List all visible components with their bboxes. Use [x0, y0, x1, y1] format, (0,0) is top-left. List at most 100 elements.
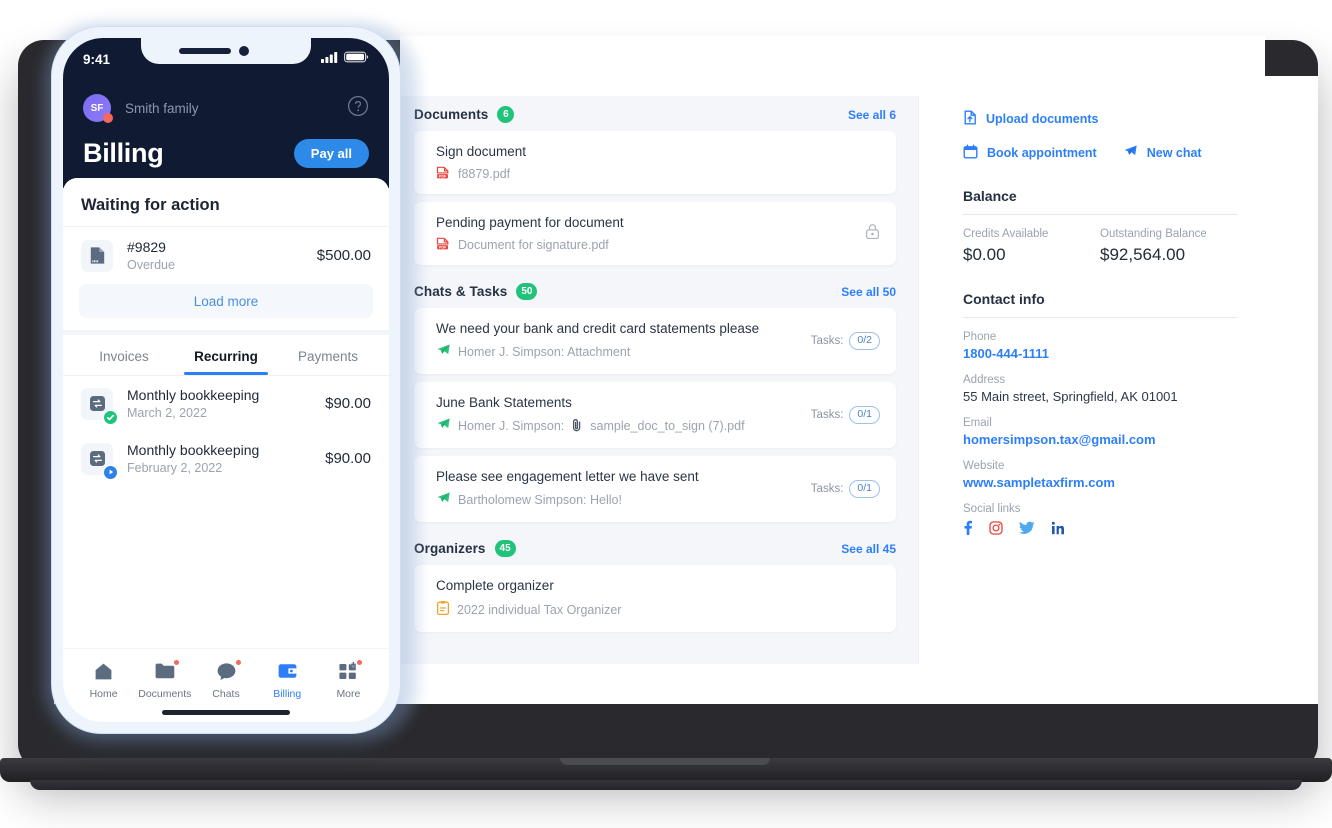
send-paper-plane-icon	[436, 343, 451, 361]
recurring-sync-icon	[81, 387, 118, 425]
tabbar-label: Home	[89, 688, 118, 700]
recurring-name: Monthly bookkeeping	[127, 442, 260, 458]
contact-address: Address 55 Main street, Springfield, AK …	[963, 374, 1237, 404]
recurring-date: February 2, 2022	[127, 461, 223, 475]
tabbar-label: Chats	[212, 688, 240, 700]
card-attachment-name: sample_doc_to_sign (7).pdf	[590, 419, 745, 433]
quick-action-label: Upload documents	[986, 112, 1099, 126]
tabbar-label: Documents	[138, 688, 192, 700]
notification-dot	[357, 660, 363, 665]
card-title: Sign document	[436, 144, 527, 159]
waiting-for-action-heading: Waiting for action	[81, 196, 220, 214]
phone-body: Waiting for action #9829 Overdue $500.00…	[63, 178, 389, 486]
home-indicator-bar	[162, 710, 290, 715]
desktop-info-column: Upload documents Book appointment New ch…	[918, 96, 1265, 664]
pay-all-button[interactable]: Pay all	[293, 139, 369, 168]
card-subtitle: Homer J. Simpson: Attachment	[458, 345, 631, 359]
card-title: Pending payment for document	[436, 215, 624, 230]
svg-text:PDF: PDF	[439, 174, 447, 178]
card-title: We need your bank and credit card statem…	[436, 321, 760, 336]
send-paper-plane-icon	[1123, 144, 1138, 162]
tabbar-label: Billing	[273, 688, 302, 700]
section-count-badge: 50	[516, 283, 538, 300]
credits-label: Credits Available	[963, 228, 1049, 240]
linkedin-icon[interactable]	[1051, 521, 1065, 540]
tab-payments[interactable]: Payments	[277, 335, 379, 375]
divider	[963, 317, 1237, 318]
website-link[interactable]: www.sampletaxfirm.com	[963, 475, 1237, 490]
screenshot-stage: Documents 6 See all 6 Sign document PDF …	[0, 0, 1332, 828]
upload-documents-button[interactable]: Upload documents	[963, 110, 1099, 128]
tab-recurring[interactable]: Recurring	[175, 335, 277, 375]
tabbar-item-billing[interactable]: Billing	[257, 661, 318, 700]
outstanding-value: $92,564.00	[1100, 245, 1186, 264]
see-all-chats-link[interactable]: See all 50	[841, 285, 896, 299]
see-all-documents-link[interactable]: See all 6	[848, 108, 896, 122]
notification-dot	[235, 660, 241, 665]
tab-invoices[interactable]: Invoices	[73, 335, 175, 375]
pdf-file-icon: PDF	[436, 237, 451, 252]
new-chat-button[interactable]: New chat	[1123, 144, 1202, 162]
help-circle-icon[interactable]	[347, 95, 369, 122]
credits-value: $0.00	[963, 245, 1006, 264]
recurring-amount: $90.00	[325, 450, 371, 467]
account-row[interactable]: SF Smith family	[83, 94, 369, 123]
waiting-invoice-row[interactable]: #9829 Overdue $500.00	[63, 227, 389, 282]
see-all-organizers-link[interactable]: See all 45	[841, 542, 896, 556]
section-title: Chats & Tasks	[414, 284, 508, 299]
divider	[963, 214, 1237, 215]
tasks-label: Tasks:	[810, 409, 844, 421]
card-title: June Bank Statements	[436, 395, 572, 410]
chat-card[interactable]: We need your bank and credit card statem…	[414, 308, 896, 374]
document-card[interactable]: Pending payment for document PDF Documen…	[414, 202, 896, 265]
contact-website: Website www.sampletaxfirm.com	[963, 460, 1237, 490]
recurring-sync-icon	[81, 442, 118, 480]
invoice-number: #9829	[127, 239, 166, 255]
organizer-clipboard-icon	[436, 600, 450, 619]
invoice-status: Overdue	[127, 258, 175, 272]
field-label: Email	[963, 417, 992, 429]
tasks-count-pill: 0/2	[849, 331, 880, 351]
outstanding-balance: Outstanding Balance $92,564.00	[1100, 228, 1237, 265]
book-appointment-button[interactable]: Book appointment	[963, 144, 1097, 162]
desktop-feed-column: Documents 6 See all 6 Sign document PDF …	[400, 96, 918, 664]
card-subtitle: Bartholomew Simpson: Hello!	[458, 493, 622, 507]
invoice-document-icon	[81, 239, 113, 272]
tabbar-item-more[interactable]: More	[318, 660, 379, 700]
card-subtitle: Homer J. Simpson:	[458, 419, 565, 433]
load-more-button[interactable]: Load more	[79, 284, 373, 318]
twitter-icon[interactable]	[1019, 521, 1035, 540]
phone-notch	[141, 38, 311, 64]
laptop-foot	[30, 780, 1302, 790]
avatar: SF	[83, 94, 113, 123]
document-card[interactable]: Sign document PDF f8879.pdf	[414, 131, 896, 194]
tabbar-item-chats[interactable]: Chats	[195, 660, 256, 700]
organizer-card[interactable]: Complete organizer 2022 individual Tax O…	[414, 565, 896, 632]
pdf-file-icon: PDF	[436, 166, 451, 181]
contact-info-heading: Contact info	[963, 291, 1045, 307]
instagram-icon[interactable]	[989, 521, 1003, 540]
desktop-topbar	[400, 36, 1265, 96]
card-subtitle: f8879.pdf	[458, 166, 511, 181]
card-subtitle: Document for signature.pdf	[458, 237, 609, 252]
tabbar-item-home[interactable]: Home	[73, 661, 134, 700]
paperclip-icon	[571, 418, 583, 435]
recurring-row[interactable]: Monthly bookkeeping February 2, 2022 $90…	[63, 431, 389, 486]
section-count-badge: 45	[494, 540, 516, 557]
chat-card[interactable]: Please see engagement letter we have sen…	[414, 456, 896, 522]
check-badge-icon	[103, 409, 118, 425]
recurring-row[interactable]: Monthly bookkeeping March 2, 2022 $90.00	[63, 376, 389, 431]
tasks-label: Tasks:	[810, 335, 844, 347]
send-paper-plane-icon	[436, 491, 451, 509]
card-subtitle: 2022 individual Tax Organizer	[457, 602, 622, 617]
chat-card[interactable]: June Bank Statements Homer J. Simpson: s…	[414, 382, 896, 448]
card-title: Complete organizer	[436, 578, 554, 593]
outstanding-label: Outstanding Balance	[1100, 228, 1207, 240]
quick-actions: Upload documents Book appointment New ch…	[963, 110, 1237, 162]
facebook-icon[interactable]	[963, 520, 973, 541]
phone-link[interactable]: 1800-444-1111	[963, 346, 1237, 361]
email-link[interactable]: homersimpson.tax@gmail.com	[963, 432, 1237, 447]
tabbar-item-documents[interactable]: Documents	[134, 660, 195, 700]
contact-email: Email homersimpson.tax@gmail.com	[963, 417, 1237, 447]
chat-bubble-icon	[216, 660, 241, 681]
